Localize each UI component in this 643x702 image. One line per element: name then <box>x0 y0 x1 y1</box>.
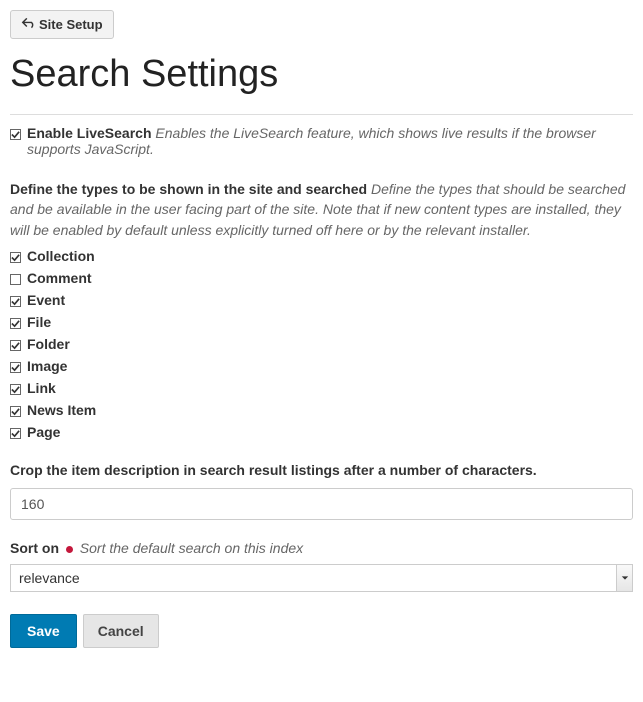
type-list: Collection Comment Event File Folder Image Lin… <box>10 248 633 440</box>
type-checkbox[interactable] <box>10 252 21 263</box>
crop-input[interactable] <box>10 488 633 520</box>
crop-label: Crop the item description in search resu… <box>10 462 633 478</box>
type-row: Page <box>10 424 633 440</box>
site-setup-label: Site Setup <box>39 17 103 32</box>
type-label: Event <box>27 292 65 308</box>
types-section-heading: Define the types to be shown in the site… <box>10 179 633 240</box>
chevron-down-icon <box>616 565 632 591</box>
type-label: Collection <box>27 248 95 264</box>
type-checkbox[interactable] <box>10 296 21 307</box>
button-row: Save Cancel <box>10 614 633 648</box>
type-row: Comment <box>10 270 633 286</box>
page-title: Search Settings <box>10 53 633 96</box>
type-label: Image <box>27 358 67 374</box>
type-checkbox[interactable] <box>10 274 21 285</box>
type-row: Link <box>10 380 633 396</box>
type-checkbox[interactable] <box>10 340 21 351</box>
type-checkbox[interactable] <box>10 384 21 395</box>
type-checkbox[interactable] <box>10 428 21 439</box>
type-row: File <box>10 314 633 330</box>
type-row: Folder <box>10 336 633 352</box>
sort-help: Sort the default search on this index <box>80 540 303 556</box>
required-dot-icon <box>66 546 73 553</box>
type-label: Page <box>27 424 60 440</box>
sort-selected-value: relevance <box>11 570 616 586</box>
type-label: Comment <box>27 270 92 286</box>
save-button[interactable]: Save <box>10 614 77 648</box>
type-row: News Item <box>10 402 633 418</box>
type-label: Folder <box>27 336 70 352</box>
type-checkbox[interactable] <box>10 406 21 417</box>
sort-select[interactable]: relevance <box>10 564 633 592</box>
sort-label: Sort on <box>10 540 59 556</box>
types-section-label: Define the types to be shown in the site… <box>10 181 367 197</box>
livesearch-label: Enable LiveSearch <box>27 125 152 141</box>
livesearch-field: Enable LiveSearch Enables the LiveSearch… <box>10 125 633 157</box>
back-arrow-icon <box>21 16 35 33</box>
type-row: Collection <box>10 248 633 264</box>
type-checkbox[interactable] <box>10 362 21 373</box>
cancel-button[interactable]: Cancel <box>83 614 159 648</box>
type-row: Event <box>10 292 633 308</box>
type-checkbox[interactable] <box>10 318 21 329</box>
livesearch-checkbox[interactable] <box>10 129 21 140</box>
divider <box>10 114 633 115</box>
type-label: News Item <box>27 402 96 418</box>
sort-field: Sort on Sort the default search on this … <box>10 540 633 556</box>
site-setup-button[interactable]: Site Setup <box>10 10 114 39</box>
type-row: Image <box>10 358 633 374</box>
type-label: Link <box>27 380 56 396</box>
type-label: File <box>27 314 51 330</box>
